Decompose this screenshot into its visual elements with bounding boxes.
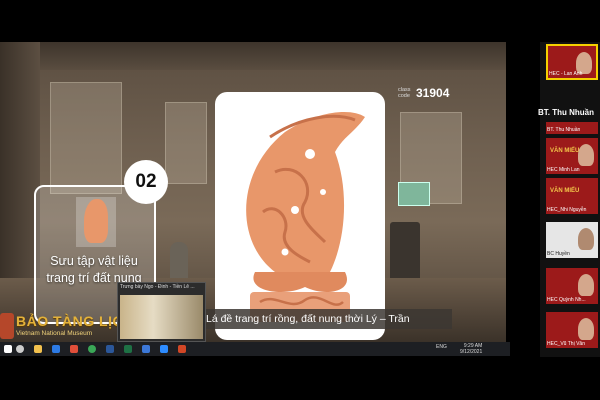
- card-artifact-image: [84, 199, 108, 243]
- participant-avatar: [578, 228, 594, 250]
- participant-avatar: [578, 144, 594, 166]
- file-explorer-icon[interactable]: [34, 345, 42, 353]
- language-indicator[interactable]: ENG: [436, 344, 447, 350]
- display-cabinet: [50, 82, 122, 194]
- mail-icon[interactable]: [52, 345, 60, 353]
- display-cabinet: [165, 102, 207, 184]
- participant-name: BT. Thu Nhuần: [538, 108, 594, 117]
- participant-tile[interactable]: BC Huyền: [546, 222, 598, 258]
- system-clock[interactable]: 9:29 AM 9/12/2021: [460, 343, 482, 355]
- clock-date: 9/12/2021: [460, 349, 483, 355]
- participant-name: BC Huyền: [547, 251, 570, 257]
- card-number-badge: 02: [124, 160, 168, 204]
- participant-avatar: [578, 318, 594, 340]
- museum-ceiling: [0, 42, 506, 70]
- participant-name: HEC Quỳnh Nh...: [547, 297, 586, 303]
- search-icon[interactable]: [16, 345, 24, 353]
- participant-name: HEC Minh Lan: [547, 167, 580, 173]
- video-thumbnail-title: Trưng bày Ngo - Đinh - Tiền Lê ...: [120, 284, 195, 290]
- app-icon[interactable]: [70, 345, 78, 353]
- class-code-label: class code: [398, 87, 411, 99]
- participant-name: HEC_Nhi Nguyễn: [547, 207, 587, 213]
- dragon-leaf-artifact-image: [246, 112, 365, 322]
- participant-tile[interactable]: VĂN MIẾU HEC_Nhi Nguyễn: [546, 178, 598, 214]
- chrome-icon[interactable]: [88, 345, 96, 353]
- artifact-caption: Lá đề trang trí rồng, đất nung thời Lý –…: [200, 309, 452, 329]
- excel-icon[interactable]: [124, 345, 132, 353]
- participant-gallery: HEC - Lan Anh BT. Thu Nhuần BT. Thu Nhuầ…: [538, 42, 600, 357]
- video-thumbnail-image: [120, 295, 203, 339]
- video-thumbnail[interactable]: Trưng bày Ngo - Đinh - Tiền Lê ...: [117, 282, 206, 342]
- participant-name: BT. Thu Nhuần: [547, 127, 581, 133]
- start-icon[interactable]: [4, 345, 12, 353]
- word-icon[interactable]: [106, 345, 114, 353]
- powerpoint-icon[interactable]: [178, 345, 186, 353]
- tile-logo-text: VĂN MIẾU: [550, 148, 580, 154]
- shared-screen: Sưu tập vật liệu trang trí đất nung 02 c…: [0, 42, 506, 342]
- museum-logo: BẢO TÀNG LỊCH Vietnam National Museum: [0, 311, 133, 343]
- participant-tile[interactable]: HEC_Vũ Thị Vân: [546, 312, 598, 348]
- participant-tile[interactable]: VĂN MIẾU HEC Minh Lan: [546, 138, 598, 174]
- class-code-number: 31904: [416, 86, 450, 100]
- wall-panel: [398, 182, 430, 206]
- participant-name: HEC_Vũ Thị Vân: [547, 341, 585, 347]
- taskbar: ENG 9:29 AM 9/12/2021: [0, 342, 510, 356]
- stone-statue: [170, 242, 188, 282]
- zoom-icon[interactable]: [142, 345, 150, 353]
- tile-logo-text: VĂN MIẾU: [550, 188, 580, 194]
- participant-tile[interactable]: HEC - Lan Anh: [546, 44, 598, 80]
- participant-name: HEC - Lan Anh: [549, 71, 583, 77]
- participant-avatar: [578, 274, 594, 296]
- zoom-meeting-icon[interactable]: [160, 345, 168, 353]
- stone-stele: [390, 222, 420, 282]
- participant-tile[interactable]: HEC Quỳnh Nh...: [546, 268, 598, 304]
- class-code: class code 31904: [398, 86, 456, 104]
- participant-tile[interactable]: BT. Thu Nhuần: [546, 122, 598, 134]
- artifact-panel: [215, 92, 385, 340]
- museum-logo-icon: [0, 313, 14, 339]
- museum-logo-subtitle: Vietnam National Museum: [16, 330, 93, 337]
